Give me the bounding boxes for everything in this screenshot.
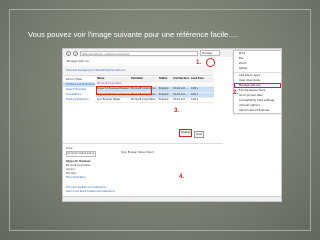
step-4-label: 4. <box>179 174 185 180</box>
back-icon[interactable]: ‹ <box>66 50 71 56</box>
table-cell: 32-bit and ... <box>173 97 188 101</box>
table-cell: 0.00 s <box>191 87 199 91</box>
dialog-title: Manage Add-ons <box>67 60 89 63</box>
dialog-footer <box>63 196 281 201</box>
learn-more-link[interactable]: Learn more about toolbars and extensions <box>66 190 216 194</box>
details-divider <box>63 143 223 144</box>
table-cell: Enabled <box>159 87 169 91</box>
browser-tab[interactable]: Manage <box>200 50 220 56</box>
info-bar: View and manage your Internet Explorer a… <box>63 66 213 76</box>
presentation-slide: Vous pouvez voir l'image suivante pour u… <box>0 0 320 240</box>
table-cell: 32-bit and ... <box>173 87 188 91</box>
table-cell: 0.00 s <box>191 97 199 101</box>
tools-menu: Print File Zoom Safety Add site to Apps … <box>233 50 281 114</box>
menu-item-safety[interactable]: Safety <box>234 66 281 71</box>
address-bar[interactable]: http://localhost/...extension/manage <box>80 50 198 56</box>
slide-caption: Vous pouvez voir l'image suivante pour u… <box>28 30 238 39</box>
addon-types-sidebar: Add-on Types Toolbars and Extensions Sea… <box>63 77 95 102</box>
sidebar-item-tracking-protection[interactable]: Tracking Protection <box>63 97 95 102</box>
column-header[interactable]: Publisher <box>130 77 158 81</box>
type-label: Type: <box>121 151 128 154</box>
table-cell: Enabled <box>159 92 169 96</box>
table-row[interactable]: Lync Browser Helper Microsoft Corporatio… <box>96 98 214 103</box>
step-3-label: 3. <box>174 108 180 114</box>
step-2-label: 2. <box>233 90 239 96</box>
table-cell: 32-bit and ... <box>173 92 188 96</box>
step-3-highlight-box <box>96 86 152 95</box>
menu-item-about-ie[interactable]: About Internet Explorer <box>234 108 281 113</box>
step-1-gear-highlight <box>206 58 215 67</box>
column-header[interactable]: Architecture <box>172 77 190 81</box>
table-cell: Lync Browser Helper <box>97 97 121 101</box>
column-header[interactable]: Load time <box>190 77 214 81</box>
info-link[interactable]: View and manage your Internet Explorer a… <box>66 69 125 72</box>
details-pane: Show: Currently loaded add-ons Skype for… <box>66 147 216 194</box>
type-value: Browser Helper Object <box>127 151 154 154</box>
column-header[interactable]: Status <box>158 77 172 81</box>
close-button[interactable]: Close <box>194 131 204 138</box>
step-1-label: 1. <box>196 60 202 66</box>
forward-icon[interactable]: › <box>73 50 78 56</box>
table-cell: Microsoft Corporation <box>131 97 156 101</box>
column-header[interactable]: Name <box>96 77 130 81</box>
menu-item-compat-view[interactable]: Compatibility View settings <box>234 98 281 103</box>
addon-type: Type: Browser Helper Object <box>121 151 154 154</box>
table-cell: Enabled <box>159 97 169 101</box>
table-cell: 0.00 s <box>191 92 199 96</box>
disable-button[interactable]: Disable <box>179 129 192 137</box>
browser-window: ‹ › http://localhost/...extension/manage… <box>62 48 282 202</box>
